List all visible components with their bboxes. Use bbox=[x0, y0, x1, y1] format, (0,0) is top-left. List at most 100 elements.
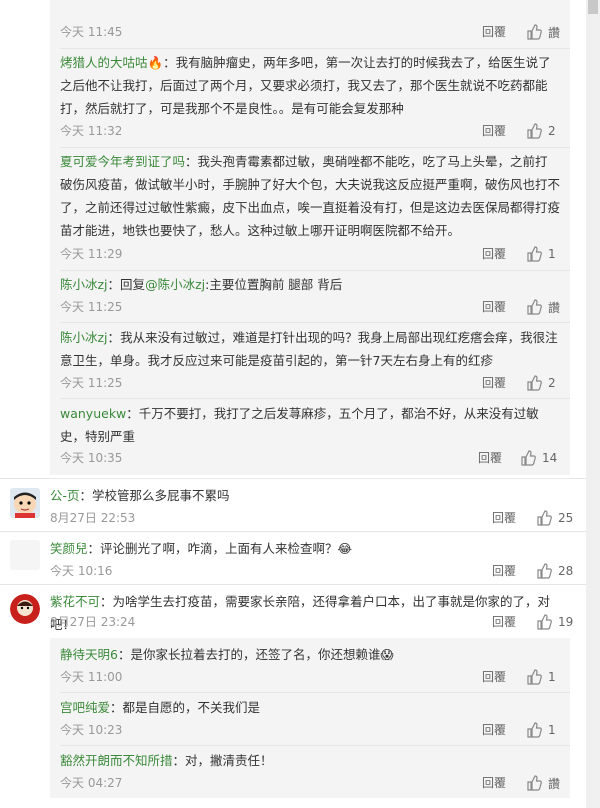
reply-text: 豁然开朗而不知所措：对，撇清责任！ bbox=[60, 753, 273, 768]
reply-button[interactable]: 回覆 bbox=[482, 667, 506, 687]
thumbs-up-icon bbox=[527, 375, 542, 391]
reply-button[interactable]: 回覆 bbox=[482, 121, 506, 141]
comment-time: 8月27日 22:53 bbox=[50, 511, 136, 525]
like-button[interactable]: 讚 bbox=[526, 297, 560, 317]
reply-text: 陈小冰zj：我从来没有过敏过，难道是打针出现的吗？我身上局部出现红疙瘩会痒，我很… bbox=[60, 330, 558, 368]
like-button[interactable]: 14 bbox=[520, 448, 557, 468]
reply-item: 静待天明6：是你家长拉着去打的，还签了名，你还想赖谁😱 今天 11:00 回覆 … bbox=[60, 643, 570, 685]
reply-time: 今天 11:32 bbox=[60, 124, 123, 138]
thumbs-up-icon bbox=[527, 775, 542, 791]
reply-button[interactable]: 回覆 bbox=[482, 22, 506, 42]
like-count: 2 bbox=[548, 124, 556, 138]
comment-username[interactable]: 公-页 bbox=[50, 488, 80, 503]
reply-button[interactable]: 回覆 bbox=[482, 720, 506, 740]
reply-button[interactable]: 回覆 bbox=[478, 448, 502, 468]
reply-username[interactable]: 烤猎人的大咕咕 bbox=[60, 55, 148, 70]
reply-time: 今天 11:00 bbox=[60, 670, 123, 684]
thumbs-up-icon bbox=[537, 510, 552, 526]
like-count: 1 bbox=[548, 247, 556, 261]
comment-item: 公-页：学校管那么多屁事不累吗 8月27日 22:53 回覆 25 bbox=[50, 484, 573, 526]
comment-text: 公-页：学校管那么多屁事不累吗 bbox=[50, 488, 230, 503]
like-count: 19 bbox=[558, 615, 574, 629]
like-count: 1 bbox=[548, 723, 556, 737]
like-button[interactable]: 19 bbox=[536, 612, 573, 632]
reply-time: 今天 11:25 bbox=[60, 376, 123, 390]
thumbs-up-icon bbox=[537, 614, 552, 630]
reply-username[interactable]: 宫吧纯爱 bbox=[60, 700, 110, 715]
scream-emoji-icon: 😱 bbox=[380, 647, 394, 662]
reply-username[interactable]: wanyuekw bbox=[60, 406, 126, 421]
avatar[interactable] bbox=[10, 488, 40, 518]
reply-item: 夏可爱今年考到证了吗：我头孢青霉素都过敏，奥硝唑都不能吃，吃了马上头晕，之前打破… bbox=[60, 150, 570, 262]
comment-username[interactable]: 笑颜兒 bbox=[50, 541, 88, 556]
reply-time: 今天 11:29 bbox=[60, 247, 123, 261]
reply-username[interactable]: 静待天明6 bbox=[60, 647, 118, 662]
comment-item: 紫花不可：为啥学生去打疫苗，需要家长亲陪，还得拿着户口本，出了事就是你家的了，对… bbox=[50, 590, 573, 636]
thumbs-up-icon bbox=[527, 722, 542, 738]
reply-time: 今天 04:27 bbox=[60, 776, 123, 790]
like-button[interactable]: 28 bbox=[536, 561, 573, 581]
like-button[interactable]: 1 bbox=[526, 720, 556, 740]
scrollbar-thumb[interactable] bbox=[588, 0, 598, 14]
like-count: 讚 bbox=[548, 776, 561, 791]
fire-emoji-icon: 🔥 bbox=[147, 55, 164, 70]
comment-time: 今天 10:16 bbox=[50, 564, 113, 578]
like-button[interactable]: 2 bbox=[526, 373, 556, 393]
like-count: 讚 bbox=[548, 25, 561, 40]
reply-button[interactable]: 回覆 bbox=[492, 508, 516, 528]
reply-item: 烤猎人的大咕咕🔥：我有脑肿瘤史，两年多吧，第一次让去打的时候我去了，给医生说了之… bbox=[60, 51, 570, 139]
red-avatar-icon bbox=[10, 594, 40, 624]
thumbs-up-icon bbox=[527, 669, 542, 685]
like-button[interactable]: 2 bbox=[526, 121, 556, 141]
comment-text: 笑颜兒：评论删光了啊，咋滴，上面有人来检查啊？😂 bbox=[50, 541, 353, 556]
like-count: 讚 bbox=[548, 300, 561, 315]
reply-item: 陈小冰zj：我从来没有过敏过，难道是打针出现的吗？我身上局部出现红疙瘩会痒，我很… bbox=[60, 326, 570, 391]
thumbs-up-icon bbox=[521, 450, 536, 466]
like-count: 14 bbox=[542, 451, 558, 465]
like-button[interactable]: 25 bbox=[536, 508, 573, 528]
reply-button[interactable]: 回覆 bbox=[492, 561, 516, 581]
reply-username[interactable]: 夏可爱今年考到证了吗 bbox=[60, 154, 185, 169]
reply-button[interactable]: 回覆 bbox=[482, 373, 506, 393]
comment-item: 笑颜兒：评论删光了啊，咋滴，上面有人来检查啊？😂 今天 10:16 回覆 28 bbox=[50, 537, 573, 579]
thumbs-up-icon bbox=[527, 299, 542, 315]
like-button[interactable]: 讚 bbox=[526, 22, 560, 42]
reply-text: 夏可爱今年考到证了吗：我头孢青霉素都过敏，奥硝唑都不能吃，吃了马上头晕，之前打破… bbox=[60, 154, 561, 238]
reply-text: wanyuekw：千万不要打，我打了之后发荨麻疹，五个月了，都治不好，从来没有过… bbox=[60, 406, 539, 444]
blank-avatar-icon bbox=[10, 540, 40, 570]
thumbs-up-icon bbox=[527, 24, 542, 40]
reply-username[interactable]: 豁然开朗而不知所措 bbox=[60, 753, 173, 768]
avatar[interactable] bbox=[10, 594, 40, 624]
like-button[interactable]: 1 bbox=[526, 244, 556, 264]
like-count: 25 bbox=[558, 511, 574, 525]
reply-button[interactable]: 回覆 bbox=[492, 612, 516, 632]
reply-time: 今天 11:25 bbox=[60, 300, 123, 314]
reply-time: 今天 11:45 bbox=[60, 25, 123, 39]
laughing-emoji-icon: 😂 bbox=[337, 541, 353, 556]
reply-text: 烤猎人的大咕咕🔥：我有脑肿瘤史，两年多吧，第一次让去打的时候我去了，给医生说了之… bbox=[60, 55, 551, 116]
thumbs-up-icon bbox=[527, 123, 542, 139]
reply-button[interactable]: 回覆 bbox=[482, 297, 506, 317]
reply-text: 宫吧纯爱：都是自愿的，不关我们是 bbox=[60, 700, 261, 715]
reply-text: 陈小冰zj：回复@陈小冰zj:主要位置胸前 腿部 背后 bbox=[60, 277, 343, 292]
like-count: 2 bbox=[548, 376, 556, 390]
scrollbar[interactable] bbox=[586, 0, 600, 808]
reply-item: wanyuekw：千万不要打，我打了之后发荨麻疹，五个月了，都治不好，从来没有过… bbox=[60, 402, 570, 466]
mention-link[interactable]: @陈小冰zj bbox=[145, 277, 205, 292]
reply-text: 静待天明6：是你家长拉着去打的，还签了名，你还想赖谁😱 bbox=[60, 647, 394, 662]
avatar[interactable] bbox=[10, 540, 40, 570]
reply-username[interactable]: 陈小冰zj bbox=[60, 277, 108, 292]
like-count: 1 bbox=[548, 670, 556, 684]
like-button[interactable]: 讚 bbox=[526, 773, 560, 793]
reply-item: 今天 11:45 回覆 讚 bbox=[60, 0, 570, 40]
reply-item: 豁然开朗而不知所措：对，撇清责任！ 今天 04:27 回覆 讚 bbox=[60, 749, 570, 791]
reply-username[interactable]: 陈小冰zj bbox=[60, 330, 108, 345]
comment-username[interactable]: 紫花不可 bbox=[50, 594, 100, 609]
thumbs-up-icon bbox=[527, 246, 542, 262]
reply-button[interactable]: 回覆 bbox=[482, 773, 506, 793]
comment-time: 8月27日 23:24 bbox=[50, 615, 136, 629]
reply-button[interactable]: 回覆 bbox=[482, 244, 506, 264]
like-button[interactable]: 1 bbox=[526, 667, 556, 687]
reply-item: 陈小冰zj：回复@陈小冰zj:主要位置胸前 腿部 背后 今天 11:25 回覆 … bbox=[60, 273, 570, 315]
reply-time: 今天 10:23 bbox=[60, 723, 123, 737]
